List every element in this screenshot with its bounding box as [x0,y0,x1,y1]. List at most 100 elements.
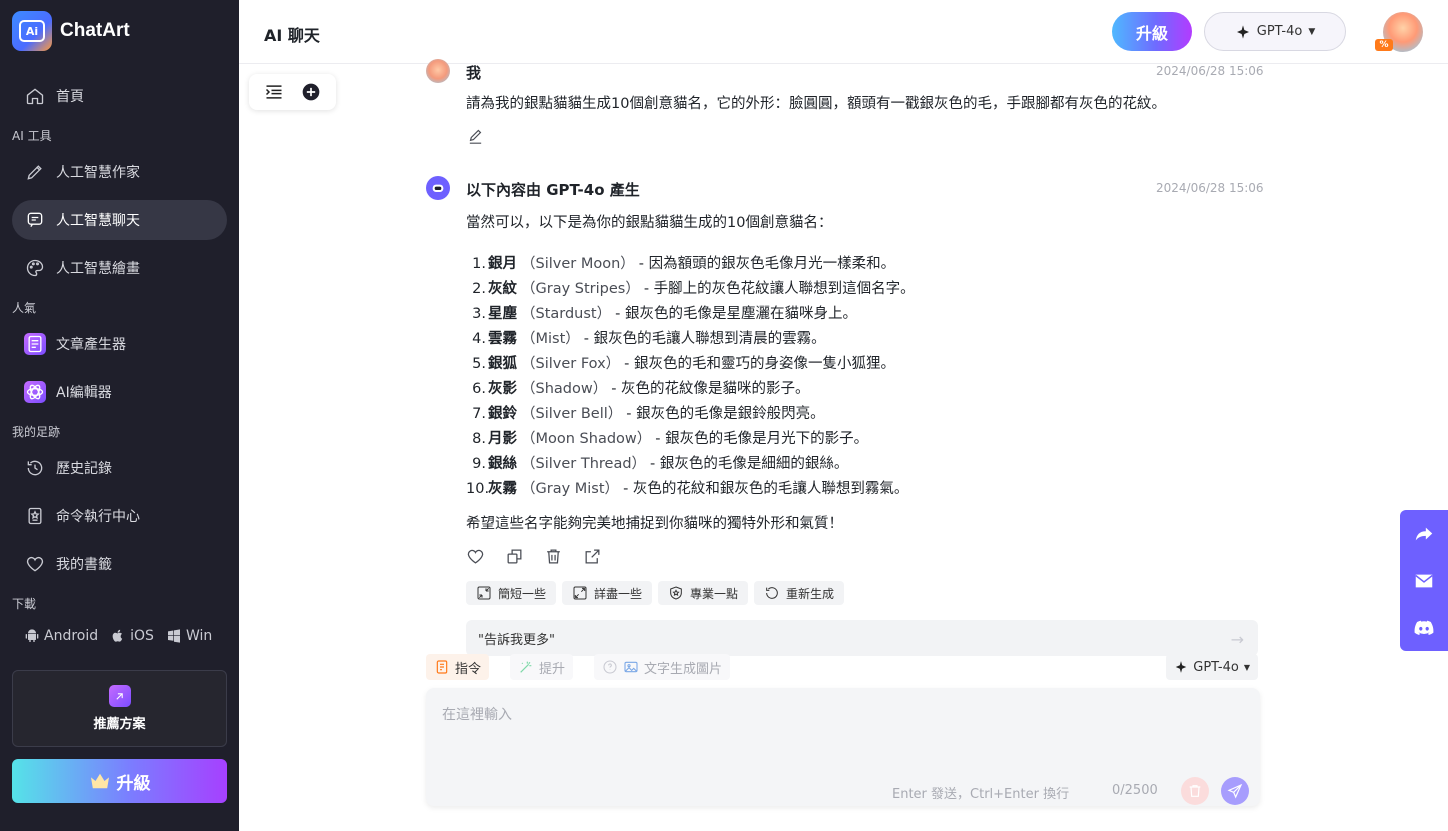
sidebar-item-ai-painting[interactable]: 人工智慧繪畫 [12,248,227,288]
edit-icon[interactable] [467,129,484,146]
tab-text-to-image[interactable]: 文字生成圖片 [594,654,731,680]
item-term: 灰紋 [488,281,517,297]
header-upgrade-button[interactable]: 升級 [1112,12,1192,51]
crown-icon [90,773,109,789]
item-term: 雲霧 [488,331,517,347]
mail-icon[interactable] [1413,570,1435,592]
sidebar-item-ai-chat[interactable]: 人工智慧聊天 [12,200,227,240]
list-item: 7. 銀鈴 （Silver Bell） - 銀灰色的毛像是銀鈴般閃亮。 [466,402,915,427]
message-actions [466,547,602,566]
item-term: 灰霧 [488,481,517,497]
bot-message-time: 2024/06/28 15:06 [1156,181,1264,195]
image-icon [624,661,638,673]
char-count: 0/2500 [1112,783,1158,798]
discord-icon[interactable] [1413,617,1435,639]
tab-command[interactable]: 指令 [426,654,490,680]
list-item: 4. 雲霧 （Mist） - 銀灰色的毛讓人聯想到清晨的雲霧。 [466,327,915,352]
sidebar-item-history[interactable]: 歷史記錄 [12,448,227,488]
item-description: - 銀灰色的毛像是細細的銀絲。 [650,456,849,472]
atom-icon [24,381,46,403]
pencil-icon [24,161,46,183]
sidebar-upgrade-button[interactable]: 升級 [12,759,227,803]
regenerate-button[interactable]: 重新生成 [754,581,845,605]
item-number: 2. [472,281,486,297]
logo-text: Ai [19,20,45,42]
sidebar-item-bookmarks[interactable]: 我的書籤 [12,544,227,584]
list-item: 6. 灰影 （Shadow） - 灰色的花紋像是貓咪的影子。 [466,377,915,402]
recommended-plan-card[interactable]: 推薦方案 [12,670,227,747]
sidebar-item-label: 人工智慧作家 [56,165,140,181]
trash-icon[interactable] [544,547,563,566]
section-download: 下載 [12,597,37,611]
help-circle-icon [603,660,617,674]
command-icon [24,505,46,527]
item-number: 1. [472,256,486,272]
composer-model-selector[interactable]: GPT-4o ▼ [1166,654,1258,680]
chatart-logo-icon: Ai [12,11,52,51]
item-description: - 手腳上的灰色花紋讓人聯想到這個名字。 [643,281,915,297]
share-arrow-icon[interactable] [1413,523,1435,545]
sidebar-item-ai-writer[interactable]: 人工智慧作家 [12,152,227,192]
download-windows[interactable]: Win [166,628,212,644]
tab-label: 文字生成圖片 [644,661,723,677]
plan-card-label: 推薦方案 [93,717,146,732]
user-message-time: 2024/06/28 15:06 [1156,64,1264,78]
list-item: 9. 銀絲 （Silver Thread） - 銀灰色的毛像是細細的銀絲。 [466,452,915,477]
model-selector[interactable]: GPT-4o ▼ [1204,12,1346,51]
cat-name-list: 1. 銀月 （Silver Moon） - 因為額頭的銀灰色毛像月光一樣柔和。 2.… [466,252,915,502]
send-button[interactable] [1221,777,1249,805]
toggle-list-icon[interactable] [264,82,284,102]
bot-avatar [426,176,450,200]
message-composer: Enter 發送，Ctrl+Enter 換行 0/2500 [426,688,1260,806]
bot-message-name: 以下內容由 GPT-4o 產生 [466,181,640,199]
longer-button[interactable]: 詳盡一些 [562,581,653,605]
sidebar-item-article-generator[interactable]: 文章產生器 [12,324,227,364]
copy-icon[interactable] [505,547,524,566]
sidebar-item-label: AI編輯器 [56,385,112,401]
item-english: （Moon Shadow） [521,431,652,447]
expand-icon [573,586,587,600]
item-english: （Gray Stripes） [521,281,640,297]
shorter-button[interactable]: 簡短一些 [466,581,557,605]
item-description: - 銀灰色的毛和靈巧的身姿像一隻小狐狸。 [624,356,896,372]
chip-label: 詳盡一些 [594,586,643,601]
brand[interactable]: Ai ChatArt [12,11,130,51]
sidebar-item-command-center[interactable]: 命令執行中心 [12,496,227,536]
professional-button[interactable]: 專業一點 [658,581,749,605]
sidebar: Ai ChatArt 首頁 AI 工具 人工智慧作家 人工智慧聊天 人工智慧繪畫… [0,0,239,831]
list-item: 10. 灰霧 （Gray Mist） - 灰色的花紋和銀灰色的毛讓人聯想到霧氣。 [466,477,915,502]
item-term: 銀狐 [488,356,517,372]
item-english: （Silver Bell） [521,406,623,422]
caret-down-icon: ▼ [1308,26,1316,37]
item-description: - 銀灰色的毛讓人聯想到清晨的雲霧。 [583,331,826,347]
sidebar-item-home[interactable]: 首頁 [12,76,227,116]
arrow-right-icon: → [1230,630,1244,649]
send-hint: Enter 發送，Ctrl+Enter 換行 [892,787,1070,802]
sidebar-item-ai-editor[interactable]: AI編輯器 [12,372,227,412]
download-android[interactable]: Android [24,628,98,644]
download-links: Android iOS Win [24,628,218,644]
tab-label: 提升 [539,661,566,677]
item-description: - 灰色的花紋像是貓咪的影子。 [611,381,810,397]
suggestion-prompt[interactable]: "告訴我更多" → [466,620,1258,656]
share-external-icon[interactable] [583,547,602,566]
list-item: 8. 月影 （Moon Shadow） - 銀灰色的毛像是月光下的影子。 [466,427,915,452]
trash-icon [1189,785,1201,797]
user-avatar[interactable]: % [1375,12,1423,52]
composer-model-name: GPT-4o [1193,659,1239,675]
tab-label: 指令 [455,661,482,677]
tab-enhance[interactable]: 提升 [510,654,574,680]
sparkle-icon [1176,661,1187,673]
sidebar-item-label: 歷史記錄 [56,461,112,477]
refresh-icon [766,587,778,599]
message-input[interactable] [442,704,1222,764]
floating-share-bar [1400,510,1448,651]
caret-down-icon: ▼ [1243,662,1250,672]
download-ios[interactable]: iOS [110,628,154,644]
home-icon [24,85,46,107]
clear-input-button[interactable] [1181,777,1209,805]
new-chat-plus-icon[interactable] [301,82,321,102]
section-popular: 人氣 [12,301,37,315]
chip-label: 簡短一些 [498,586,547,601]
like-heart-icon[interactable] [466,547,485,566]
